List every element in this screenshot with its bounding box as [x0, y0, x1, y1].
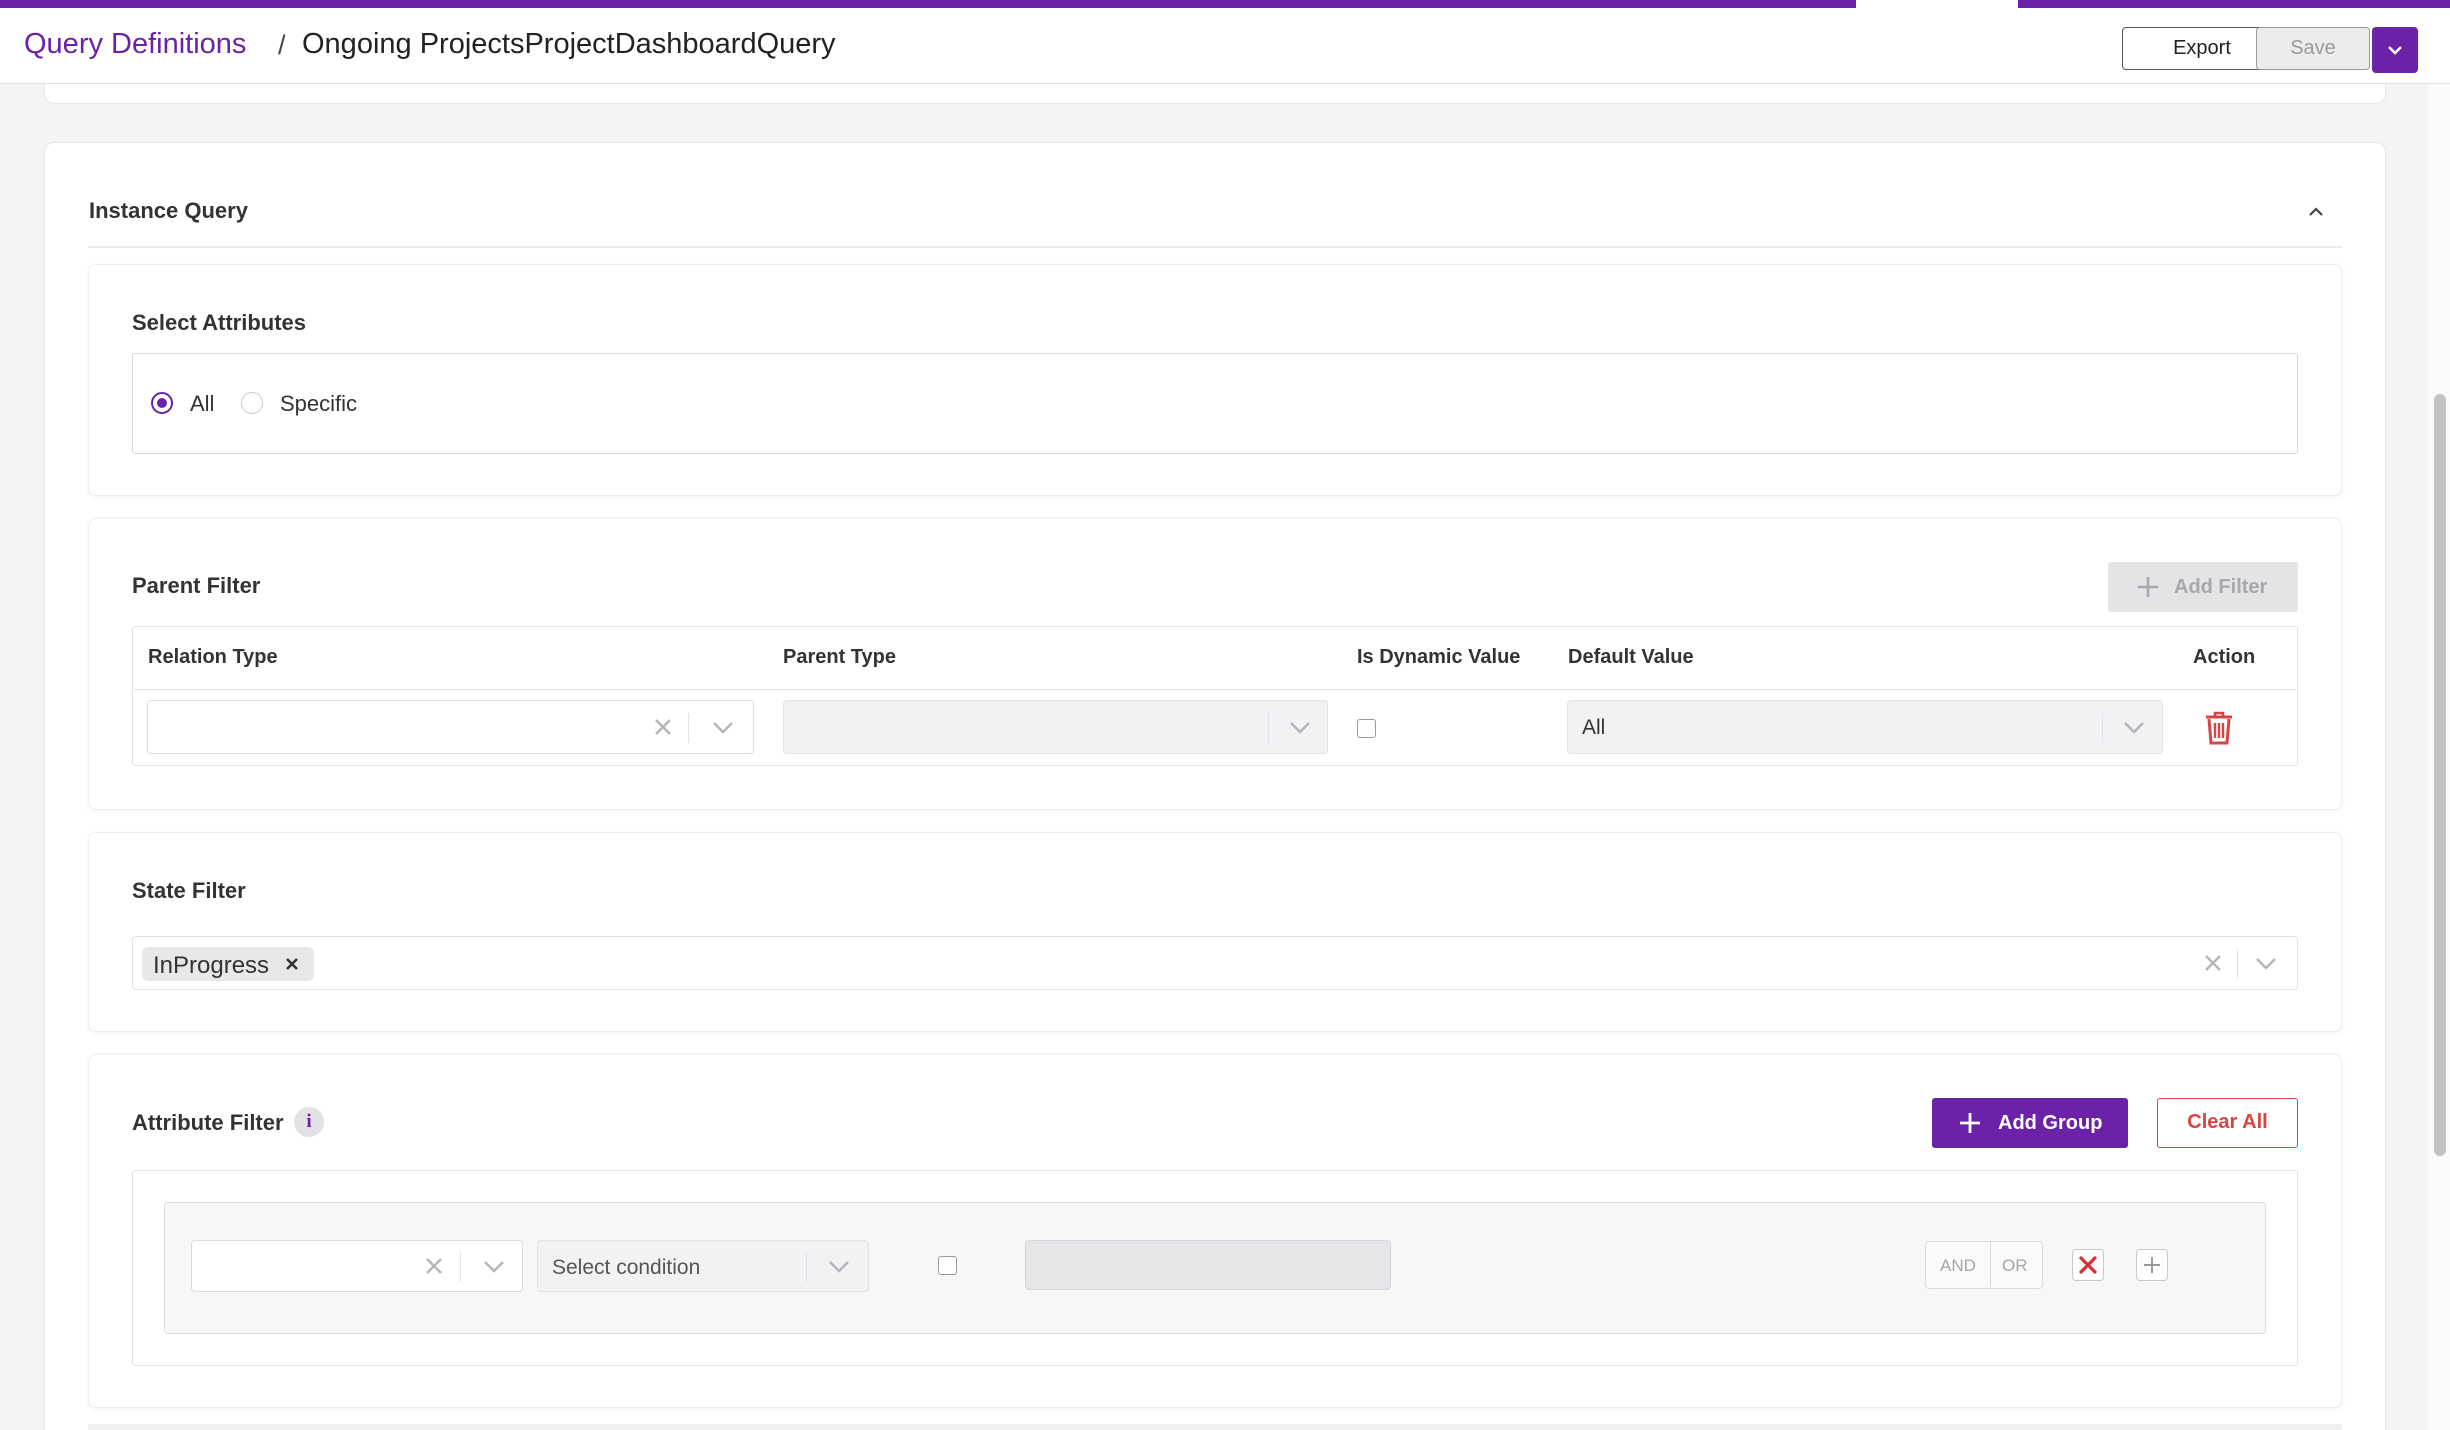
chevron-down-icon [2388, 46, 2402, 55]
column-header-action: Action [2193, 646, 2256, 668]
column-header-default-value: Default Value [1568, 646, 1694, 668]
clear-all-button[interactable]: Clear All [2157, 1098, 2298, 1148]
or-option[interactable]: OR [2002, 1256, 2028, 1276]
trash-icon[interactable] [2204, 710, 2234, 746]
add-group-label: Add Group [1998, 1112, 2103, 1134]
state-chip-label: InProgress [153, 952, 270, 979]
add-filter-button[interactable]: Add Filter [2108, 562, 2298, 612]
page-title: Ongoing ProjectsProjectDashboardQuery [302, 28, 836, 60]
select-divider [688, 713, 689, 743]
plus-icon [2144, 1257, 2160, 1273]
instance-query-title: Instance Query [89, 198, 248, 223]
clear-icon[interactable] [653, 717, 673, 737]
chevron-down-icon [2124, 722, 2144, 734]
scrollbar-thumb[interactable] [2434, 394, 2446, 1156]
save-options-dropdown-button[interactable] [2372, 27, 2418, 73]
chevron-down-icon [829, 1261, 849, 1273]
parent-filter-title: Parent Filter [132, 573, 261, 598]
top-strip-gap [1856, 0, 2018, 8]
state-filter-title: State Filter [132, 878, 246, 903]
breadcrumb-separator: / [278, 30, 286, 60]
add-condition-button[interactable] [2136, 1249, 2168, 1281]
state-chip: InProgress [142, 947, 314, 981]
column-header-is-dynamic-value: Is Dynamic Value [1357, 646, 1521, 668]
select-divider [460, 1252, 461, 1282]
chevron-down-icon[interactable] [483, 1260, 505, 1274]
dynamic-value-checkbox[interactable] [938, 1256, 957, 1275]
column-header-parent-type: Parent Type [783, 646, 896, 668]
top-progress-strip [0, 0, 2450, 8]
info-icon[interactable]: i [294, 1107, 324, 1137]
select-attributes-title: Select Attributes [132, 310, 307, 335]
plus-icon [2138, 577, 2158, 597]
and-option[interactable]: AND [1940, 1256, 1976, 1276]
close-icon [2078, 1255, 2098, 1275]
radio-all[interactable] [151, 392, 173, 414]
select-divider [806, 1252, 807, 1282]
select-divider [2102, 713, 2103, 743]
page-header: Query Definitions / Ongoing ProjectsProj… [0, 8, 2450, 84]
state-filter-card [88, 832, 2342, 1032]
next-section-edge [88, 1424, 2342, 1430]
save-button[interactable]: Save [2256, 27, 2370, 70]
chevron-down-icon[interactable] [712, 721, 734, 735]
and-or-toggle: AND OR [1925, 1241, 2043, 1289]
attribute-scope-box [132, 353, 2298, 454]
condition-placeholder: Select condition [552, 1256, 701, 1279]
add-group-button[interactable]: Add Group [1932, 1098, 2128, 1148]
radio-specific-label[interactable]: Specific [280, 391, 357, 417]
default-value-select[interactable]: All [1567, 700, 2163, 754]
condition-select[interactable]: Select condition [537, 1240, 869, 1292]
previous-section-card [44, 84, 2386, 104]
toggle-divider [1990, 1242, 1991, 1287]
relation-type-select[interactable] [147, 700, 754, 754]
filter-value-input[interactable] [1025, 1240, 1391, 1290]
parent-type-select[interactable] [783, 700, 1328, 754]
remove-chip-icon[interactable] [285, 957, 299, 971]
select-divider [2237, 949, 2238, 979]
attribute-filter-title: Attribute Filter [132, 1110, 284, 1135]
chevron-down-icon [1290, 722, 1310, 734]
state-filter-select[interactable] [132, 936, 2298, 990]
section-divider [88, 246, 2342, 248]
breadcrumb-query-definitions-link[interactable]: Query Definitions [24, 28, 246, 61]
clear-icon[interactable] [424, 1256, 444, 1276]
is-dynamic-value-checkbox[interactable] [1357, 719, 1376, 738]
table-header-divider [134, 689, 2296, 690]
chevron-down-icon[interactable] [2255, 957, 2277, 971]
remove-condition-button[interactable] [2072, 1249, 2104, 1281]
chevron-up-icon[interactable] [2304, 200, 2328, 224]
radio-specific[interactable] [241, 392, 263, 414]
select-divider [1268, 713, 1269, 743]
clear-icon[interactable] [2203, 953, 2223, 973]
column-header-relation-type: Relation Type [148, 646, 278, 668]
attribute-select[interactable] [191, 1240, 523, 1292]
default-value-text: All [1582, 716, 1606, 739]
add-filter-label: Add Filter [2174, 576, 2268, 598]
plus-icon [1960, 1113, 1980, 1133]
radio-all-label[interactable]: All [190, 391, 214, 417]
